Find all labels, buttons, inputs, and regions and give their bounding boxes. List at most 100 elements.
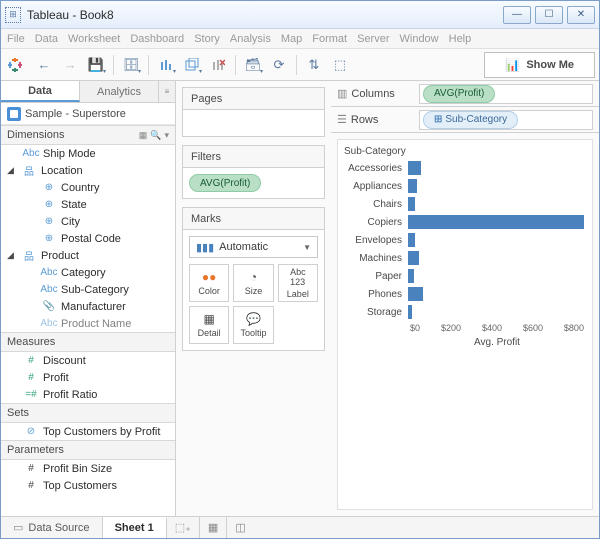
field-subcategory[interactable]: AbcSub-Category xyxy=(1,281,175,298)
tab-analytics[interactable]: Analytics xyxy=(80,81,159,102)
param-icon: # xyxy=(23,480,39,491)
menu-data[interactable]: Data xyxy=(35,33,58,45)
field-ship-mode[interactable]: AbcShip Mode xyxy=(1,145,175,162)
new-worksheet-tab[interactable]: ⬚₊ xyxy=(167,517,200,538)
field-postal[interactable]: ⊕Postal Code xyxy=(1,230,175,247)
field-discount[interactable]: #Discount xyxy=(1,352,175,369)
collapse-icon[interactable]: ◢ xyxy=(7,250,17,261)
menu-dashboard[interactable]: Dashboard xyxy=(130,33,184,45)
main-area: Data Analytics ≡ Sample - Superstore Dim… xyxy=(1,81,599,516)
clear-button[interactable] xyxy=(207,54,229,76)
autoupdate-button[interactable]: 🗃 xyxy=(242,54,264,76)
tableau-logo-icon[interactable] xyxy=(5,55,25,75)
datasource-button[interactable]: 🗄 xyxy=(120,54,142,76)
chart-row[interactable]: Phones xyxy=(344,285,584,303)
showme-button[interactable]: 📊 Show Me xyxy=(484,52,595,78)
save-button[interactable]: 💾 xyxy=(85,54,107,76)
close-button[interactable]: ✕ xyxy=(567,6,595,24)
field-top-customers-set[interactable]: ⊘Top Customers by Profit xyxy=(1,423,175,440)
filters-card[interactable]: Filters AVG(Profit) xyxy=(182,145,325,199)
search-icon[interactable]: 🔍 xyxy=(150,130,161,141)
columns-pill-avg-profit[interactable]: AVG(Profit) xyxy=(423,85,495,103)
rows-shelf[interactable]: ☰Rows ⊞Sub-Category xyxy=(331,107,599,133)
tab-dropdown[interactable]: ≡ xyxy=(159,81,175,102)
bar[interactable] xyxy=(408,197,415,211)
menu-story[interactable]: Story xyxy=(194,33,220,45)
chart-row[interactable]: Copiers xyxy=(344,213,584,231)
tab-datasource[interactable]: ▭Data Source xyxy=(1,517,103,538)
swap-button[interactable]: ⇅ xyxy=(303,54,325,76)
collapse-icon[interactable]: ◢ xyxy=(7,165,17,176)
field-manufacturer[interactable]: 📎Manufacturer xyxy=(1,298,175,315)
chart-row[interactable]: Appliances xyxy=(344,177,584,195)
mark-tooltip-button[interactable]: 💬Tooltip xyxy=(233,306,273,344)
menu-server[interactable]: Server xyxy=(357,33,389,45)
field-location[interactable]: ◢品Location xyxy=(1,162,175,179)
bar[interactable] xyxy=(408,269,414,283)
datasource-row[interactable]: Sample - Superstore xyxy=(1,103,175,125)
new-worksheet-button[interactable] xyxy=(155,54,177,76)
columns-shelf[interactable]: ▥Columns AVG(Profit) xyxy=(331,81,599,107)
rows-pill-subcategory[interactable]: ⊞Sub-Category xyxy=(423,111,518,129)
chart-row[interactable]: Paper xyxy=(344,267,584,285)
bar[interactable] xyxy=(408,179,417,193)
menu-help[interactable]: Help xyxy=(449,33,472,45)
maximize-button[interactable]: ☐ xyxy=(535,6,563,24)
chart-row[interactable]: Envelopes xyxy=(344,231,584,249)
bar[interactable] xyxy=(408,233,415,247)
param-top-customers[interactable]: #Top Customers xyxy=(1,477,175,494)
mark-label-button[interactable]: Abc123Label xyxy=(278,264,318,302)
chart-row[interactable]: Storage xyxy=(344,303,584,321)
chart-row[interactable]: Machines xyxy=(344,249,584,267)
field-city[interactable]: ⊕City xyxy=(1,213,175,230)
back-button[interactable]: ← xyxy=(33,54,55,76)
bar[interactable] xyxy=(408,251,419,265)
bar[interactable] xyxy=(408,287,423,301)
field-category[interactable]: AbcCategory xyxy=(1,264,175,281)
bar-area xyxy=(408,177,584,195)
mark-detail-button[interactable]: ▦Detail xyxy=(189,306,229,344)
new-story-tab[interactable]: ◫ xyxy=(227,517,253,538)
menu-map[interactable]: Map xyxy=(281,33,302,45)
category-label: Accessories xyxy=(344,163,406,174)
chart-row[interactable]: Chairs xyxy=(344,195,584,213)
menu-file[interactable]: File xyxy=(7,33,25,45)
bar[interactable] xyxy=(408,161,421,175)
menu-worksheet[interactable]: Worksheet xyxy=(68,33,120,45)
menu-window[interactable]: Window xyxy=(400,33,439,45)
bar[interactable] xyxy=(408,215,584,229)
tab-data[interactable]: Data xyxy=(1,81,80,102)
mark-size-button[interactable]: ◔Size xyxy=(233,264,273,302)
param-profit-bin[interactable]: #Profit Bin Size xyxy=(1,460,175,477)
pages-body[interactable] xyxy=(183,110,324,136)
columns-content[interactable]: AVG(Profit) xyxy=(419,84,593,104)
bar[interactable] xyxy=(408,305,412,319)
field-product[interactable]: ◢品Product xyxy=(1,247,175,264)
filters-body[interactable]: AVG(Profit) xyxy=(183,168,324,198)
field-country[interactable]: ⊕Country xyxy=(1,179,175,196)
new-dashboard-tab[interactable]: ▦ xyxy=(200,517,227,538)
menu-icon[interactable]: ▾ xyxy=(164,130,169,141)
text-icon: Abc xyxy=(41,267,57,278)
viz-canvas[interactable]: Sub-Category AccessoriesAppliancesChairs… xyxy=(337,139,593,510)
tab-sheet1[interactable]: Sheet 1 xyxy=(103,517,167,538)
field-profit-ratio[interactable]: =#Profit Ratio xyxy=(1,386,175,403)
field-product-name[interactable]: AbcProduct Name xyxy=(1,315,175,332)
rows-content[interactable]: ⊞Sub-Category xyxy=(419,110,593,130)
duplicate-button[interactable] xyxy=(181,54,203,76)
view-icon[interactable]: ▦ xyxy=(139,130,148,141)
mark-color-button[interactable]: ●●Color xyxy=(189,264,229,302)
run-button[interactable]: ⟳ xyxy=(268,54,290,76)
menu-format[interactable]: Format xyxy=(312,33,347,45)
minimize-button[interactable]: — xyxy=(503,6,531,24)
sort-asc-button[interactable]: ⬚ xyxy=(329,54,351,76)
field-state[interactable]: ⊕State xyxy=(1,196,175,213)
forward-button[interactable]: → xyxy=(59,54,81,76)
text-icon: Abc xyxy=(41,284,57,295)
pages-card[interactable]: Pages xyxy=(182,87,325,137)
mark-type-dropdown[interactable]: ▮▮▮ Automatic ▼ xyxy=(189,236,318,258)
menu-analysis[interactable]: Analysis xyxy=(230,33,271,45)
chart-row[interactable]: Accessories xyxy=(344,159,584,177)
field-profit[interactable]: #Profit xyxy=(1,369,175,386)
filter-pill-avg-profit[interactable]: AVG(Profit) xyxy=(189,174,261,192)
